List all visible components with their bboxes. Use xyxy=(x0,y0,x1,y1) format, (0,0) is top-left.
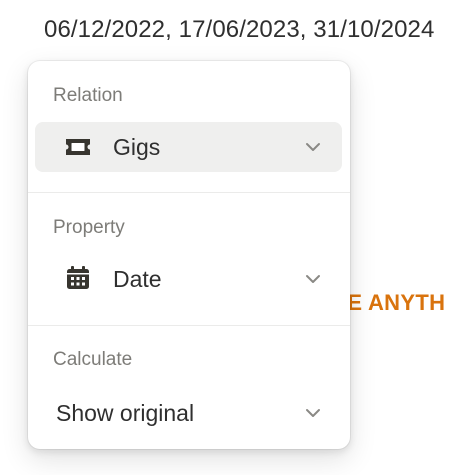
chevron-down-icon xyxy=(304,404,322,422)
calculate-label: Calculate xyxy=(53,349,133,370)
rollup-settings-popup: Relation Gigs Property Date Calculate Sh… xyxy=(28,61,350,449)
relation-select[interactable]: Gigs xyxy=(35,122,342,172)
property-label: Property xyxy=(53,217,125,238)
property-section: Property Date xyxy=(28,193,350,324)
calculate-section: Calculate Show original xyxy=(28,326,350,449)
chevron-down-icon xyxy=(304,270,322,288)
calendar-icon xyxy=(63,266,93,291)
chevron-down-icon xyxy=(304,138,322,156)
relation-value: Gigs xyxy=(113,134,161,160)
calculate-value: Show original xyxy=(56,400,195,426)
relation-section: Relation Gigs xyxy=(28,61,350,191)
property-value: Date xyxy=(113,266,162,292)
relation-label: Relation xyxy=(53,85,123,106)
property-select[interactable]: Date xyxy=(35,254,342,304)
calculate-select[interactable]: Show original xyxy=(35,388,342,438)
background-dates-text: 06/12/2022, 17/06/2023, 31/10/2024 xyxy=(44,16,435,43)
ticket-icon xyxy=(63,135,93,159)
